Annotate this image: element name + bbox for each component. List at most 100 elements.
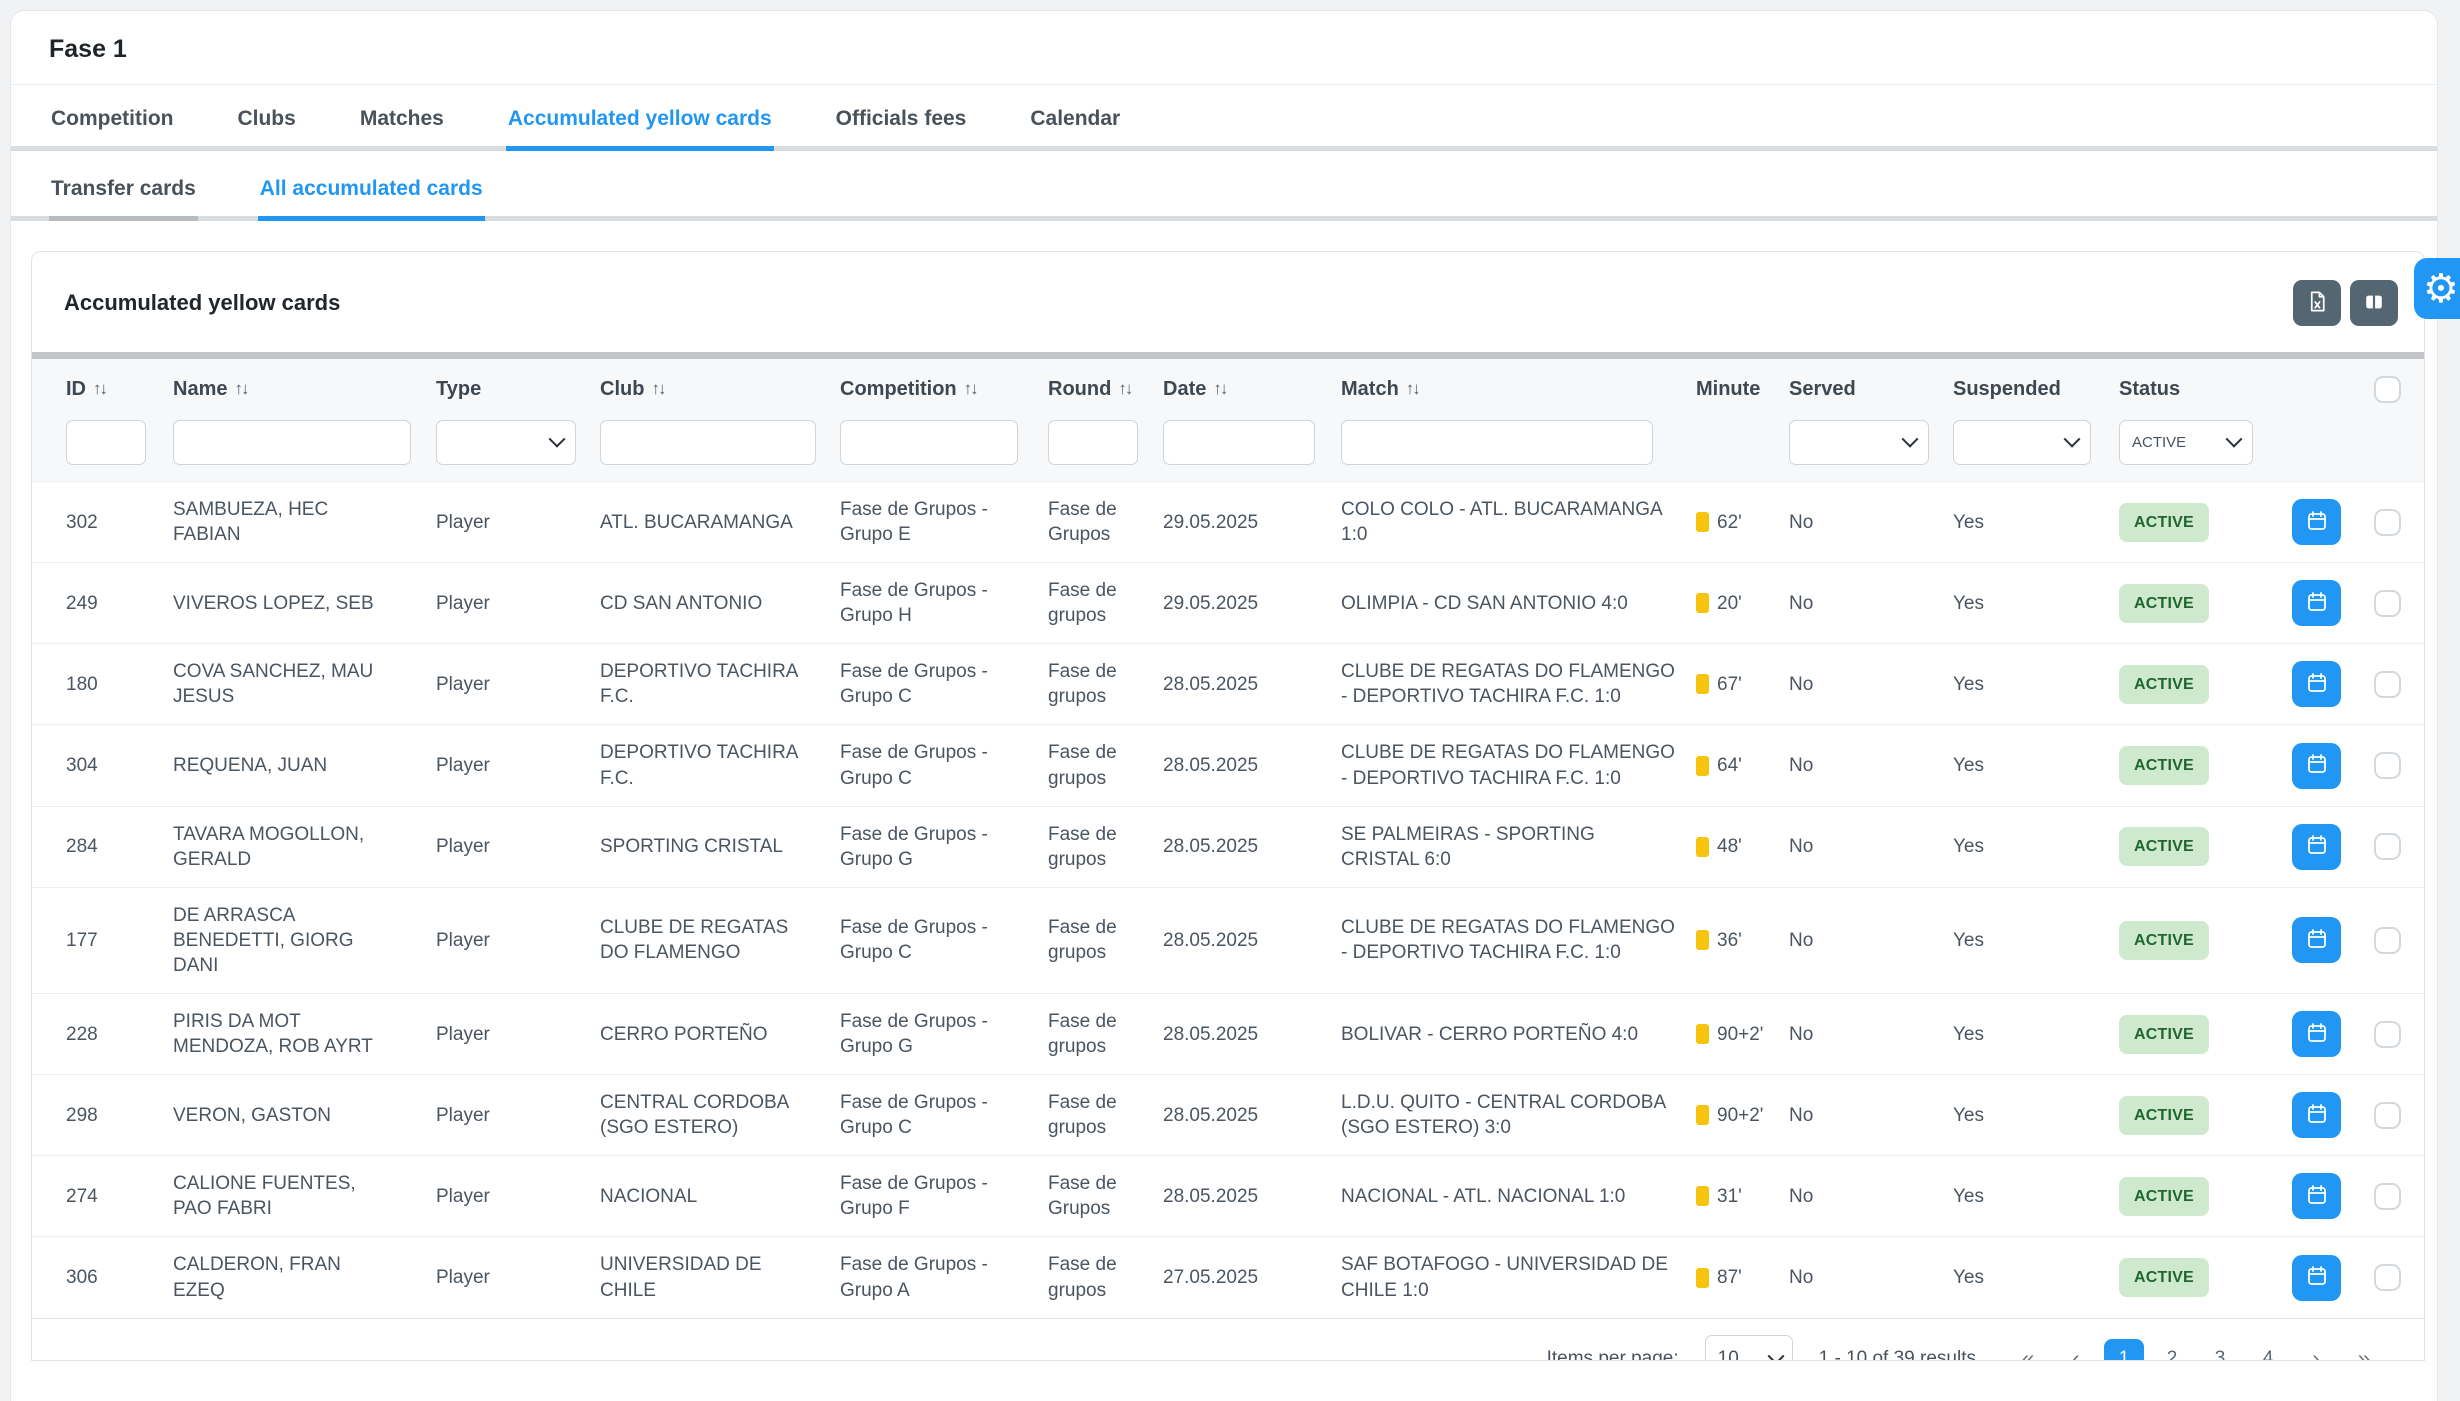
tab-officials-fees[interactable]: Officials fees [834,85,969,151]
cell-type: Player [436,913,600,968]
calendar-button[interactable] [2292,917,2341,963]
column-header-club[interactable]: Club↑↓ [600,378,840,401]
cell-suspended: Yes [1953,1250,2119,1305]
cell-match: SAF BOTAFOGO - UNIVERSIDAD DE CHILE 1:0 [1341,1237,1696,1317]
cell-competition: Fase de Grupos - Grupo C [840,1075,1048,1155]
tab-accumulated-yellow-cards[interactable]: Accumulated yellow cards [506,85,774,151]
pager-prev-button[interactable]: ‹ [2056,1339,2096,1361]
settings-gear-button[interactable]: ⚙ [2414,258,2460,319]
export-excel-button[interactable] [2293,280,2341,326]
cell-type: Player [436,1007,600,1062]
column-header-name[interactable]: Name↑↓ [173,378,436,401]
gear-icon: ⚙ [2423,269,2459,309]
column-header-date[interactable]: Date↑↓ [1163,378,1341,401]
cell-served: No [1789,657,1953,712]
column-header-competition[interactable]: Competition↑↓ [840,378,1048,401]
row-checkbox[interactable] [2374,1264,2401,1291]
pager-first-button[interactable]: « [2008,1339,2048,1361]
cell-name: VIVEROS LOPEZ, SEB [173,576,436,631]
cell-date: 28.05.2025 [1163,819,1341,874]
pager-page-2[interactable]: 2 [2152,1339,2192,1361]
cell-match: CLUBE DE REGATAS DO FLAMENGO - DEPORTIVO… [1341,900,1696,980]
row-checkbox[interactable] [2374,1183,2401,1210]
cell-round: Fase de Grupos [1048,482,1163,562]
filter-input-date[interactable] [1163,420,1315,465]
minute-value: 90+2' [1717,1103,1763,1128]
row-checkbox[interactable] [2374,671,2401,698]
subtab-all-accumulated-cards[interactable]: All accumulated cards [258,151,485,221]
cell-date: 28.05.2025 [1163,1088,1341,1143]
row-checkbox[interactable] [2374,509,2401,536]
filter-input-round[interactable] [1048,420,1138,465]
filter-input-match[interactable] [1341,420,1653,465]
filter-cell-competition [840,420,1048,465]
panel-actions [2293,280,2398,326]
pager-next-button[interactable]: › [2296,1339,2336,1361]
cell-round: Fase de Grupos [1048,1156,1163,1236]
columns-button[interactable] [2350,280,2398,326]
calendar-button[interactable] [2292,1092,2341,1138]
pager-page-4[interactable]: 4 [2248,1339,2288,1361]
tab-clubs[interactable]: Clubs [235,85,297,151]
minute-value: 90+2' [1717,1022,1763,1047]
minute-value: 36' [1717,928,1742,953]
cell-name: COVA SANCHEZ, MAU JESUS [173,644,436,724]
filter-select-served[interactable] [1789,420,1929,465]
cell-select [2374,1006,2401,1063]
cell-id: 306 [66,1250,173,1305]
cell-served: No [1789,1169,1953,1224]
cell-date: 28.05.2025 [1163,657,1341,712]
pager-page-3[interactable]: 3 [2200,1339,2240,1361]
filter-input-name[interactable] [173,420,411,465]
row-checkbox[interactable] [2374,1021,2401,1048]
cell-action [2292,646,2374,722]
cell-minute: 87' [1696,1250,1789,1305]
yellow-card-icon [1696,756,1709,776]
row-checkbox[interactable] [2374,590,2401,617]
page-title: Fase 1 [11,11,2437,84]
calendar-button[interactable] [2292,1173,2341,1219]
cell-minute: 90+2' [1696,1088,1789,1143]
tab-calendar[interactable]: Calendar [1028,85,1122,151]
cell-id: 177 [66,913,173,968]
calendar-button[interactable] [2292,1011,2341,1057]
column-header-served: Served [1789,378,1953,401]
filter-input-club[interactable] [600,420,816,465]
calendar-button[interactable] [2292,580,2341,626]
filter-cell-served [1789,420,1953,465]
filter-input-competition[interactable] [840,420,1018,465]
select-all-checkbox[interactable] [2374,376,2401,403]
subtab-transfer-cards[interactable]: Transfer cards [49,151,198,221]
pager-last-button[interactable]: » [2344,1339,2384,1361]
items-per-page-select[interactable]: 10 [1705,1335,1793,1361]
column-label: Competition [840,378,957,401]
row-checkbox[interactable] [2374,752,2401,779]
row-checkbox[interactable] [2374,1102,2401,1129]
filter-select-status[interactable]: ACTIVE [2119,420,2253,465]
pager-page-1[interactable]: 1 [2104,1339,2144,1361]
calendar-button[interactable] [2292,661,2341,707]
column-label: Round [1048,378,1111,401]
cell-id: 274 [66,1169,173,1224]
tab-competition[interactable]: Competition [49,85,175,151]
cell-date: 28.05.2025 [1163,913,1341,968]
column-label: Suspended [1953,378,2061,401]
calendar-button[interactable] [2292,1255,2341,1301]
table-row: 302SAMBUEZA, HEC FABIANPlayerATL. BUCARA… [32,481,2424,562]
sub-tabs: Transfer cards All accumulated cards [11,151,2437,221]
row-checkbox[interactable] [2374,927,2401,954]
column-header-round[interactable]: Round↑↓ [1048,378,1163,401]
cell-club: CENTRAL CORDOBA (SGO ESTERO) [600,1075,840,1155]
filter-select-suspended[interactable] [1953,420,2091,465]
column-header-match[interactable]: Match↑↓ [1341,378,1696,401]
column-header-id[interactable]: ID↑↓ [66,378,173,401]
calendar-icon [2305,509,2329,536]
filter-input-id[interactable] [66,420,146,465]
table-scrollbar[interactable] [32,352,2424,359]
tab-matches[interactable]: Matches [358,85,446,151]
row-checkbox[interactable] [2374,833,2401,860]
filter-select-type[interactable] [436,420,576,465]
calendar-button[interactable] [2292,743,2341,789]
calendar-button[interactable] [2292,824,2341,870]
calendar-button[interactable] [2292,499,2341,545]
